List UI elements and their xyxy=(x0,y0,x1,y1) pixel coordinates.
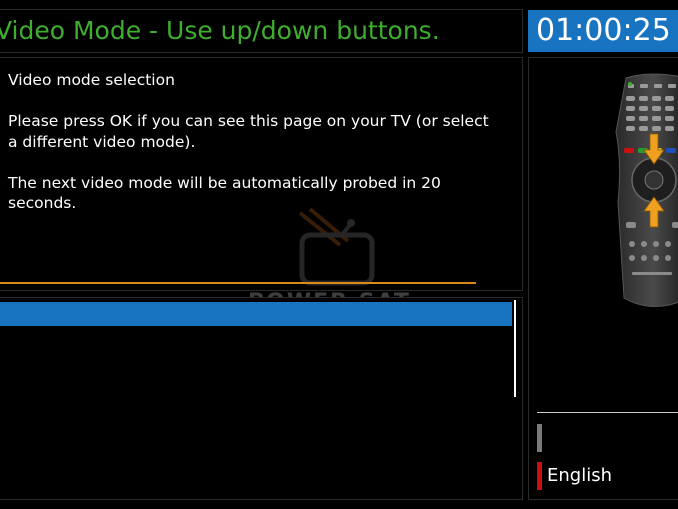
red-key-indicator xyxy=(537,462,542,490)
help-separator xyxy=(537,412,678,413)
remote-control-icon xyxy=(615,73,678,308)
scrollbar-thumb[interactable] xyxy=(514,300,516,397)
list-item-selected[interactable] xyxy=(0,302,512,326)
language-selector[interactable]: English xyxy=(547,465,612,486)
progress-line xyxy=(0,282,476,284)
title-bar: Video Mode - Use up/down buttons. xyxy=(0,9,523,53)
message-instruction: Please press OK if you can see this page… xyxy=(8,112,489,151)
message-heading: Video mode selection xyxy=(8,71,175,89)
page-title: Video Mode - Use up/down buttons. xyxy=(0,16,440,45)
clock: 01:00:25 xyxy=(528,10,678,52)
grey-key-indicator xyxy=(537,424,542,452)
video-mode-list[interactable] xyxy=(0,297,523,500)
